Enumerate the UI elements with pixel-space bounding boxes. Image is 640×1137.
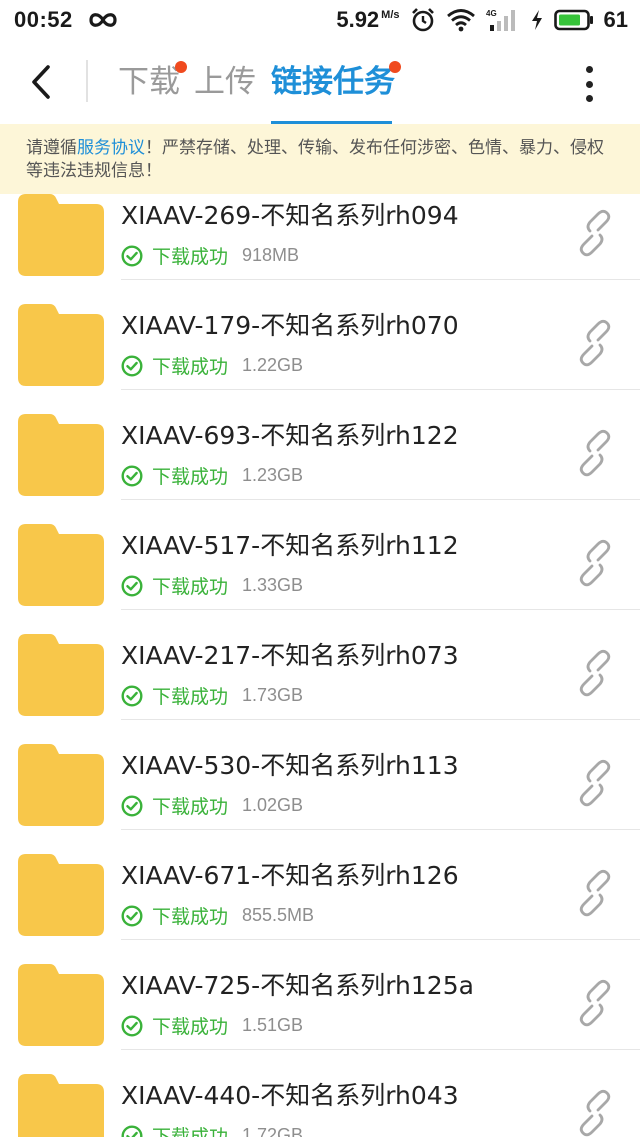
folder-icon	[18, 1074, 104, 1137]
back-arrow-icon	[32, 65, 50, 99]
network-speed: 5.92 M/s	[336, 7, 400, 32]
task-row[interactable]: XIAAV-530-不知名系列rh113 下载成功 1.02GB	[0, 720, 640, 830]
check-circle-icon	[121, 464, 143, 487]
task-row[interactable]: XIAAV-179-不知名系列rh070 下载成功 1.22GB	[0, 280, 640, 390]
task-status: 下载成功 1.51GB	[121, 1012, 303, 1039]
task-list[interactable]: XIAAV-269-不知名系列rh094 下载成功 918MB XIAAV-17…	[0, 194, 640, 1137]
task-status-text: 下载成功	[152, 906, 229, 928]
task-name: XIAAV-217-不知名系列rh073	[121, 641, 459, 670]
task-size: 1.33GB	[242, 575, 304, 595]
more-dot-icon	[585, 80, 593, 88]
task-status-text: 下载成功	[152, 686, 229, 708]
tab-link-tasks-badge	[389, 61, 401, 73]
task-row[interactable]: XIAAV-725-不知名系列rh125a 下载成功 1.51GB	[0, 940, 640, 1050]
link-icon[interactable]	[570, 868, 620, 918]
task-row[interactable]: XIAAV-217-不知名系列rh073 下载成功 1.73GB	[0, 610, 640, 720]
task-status: 下载成功 855.5MB	[121, 902, 314, 929]
battery-percent: 61	[603, 7, 628, 32]
link-icon[interactable]	[570, 1088, 620, 1137]
folder-icon	[18, 524, 104, 606]
task-name: XIAAV-693-不知名系列rh122	[121, 421, 459, 450]
service-agreement-link[interactable]: 服务协议	[77, 138, 145, 158]
task-row[interactable]: XIAAV-269-不知名系列rh094 下载成功 918MB	[0, 194, 640, 280]
task-name: XIAAV-269-不知名系列rh094	[121, 201, 459, 230]
task-status: 下载成功 1.73GB	[121, 682, 303, 709]
folder-icon	[18, 744, 104, 826]
task-status: 下载成功 918MB	[121, 242, 299, 269]
check-circle-icon	[121, 794, 143, 817]
wifi-icon	[446, 8, 476, 32]
check-circle-icon	[121, 904, 143, 927]
network-type: 4G	[486, 9, 497, 18]
folder-icon	[18, 414, 104, 496]
task-name: XIAAV-517-不知名系列rh112	[121, 531, 459, 560]
terms-notice: 请遵循服务协议！严禁存储、处理、传输、发布任何涉密、色情、暴力、侵权等违法违规信…	[0, 124, 640, 194]
signal-icon: 4G	[486, 7, 520, 33]
folder-icon	[18, 964, 104, 1046]
task-row[interactable]: XIAAV-517-不知名系列rh112 下载成功 1.33GB	[0, 500, 640, 610]
task-size: 1.02GB	[242, 795, 304, 815]
task-row[interactable]: XIAAV-671-不知名系列rh126 下载成功 855.5MB	[0, 830, 640, 940]
link-icon[interactable]	[570, 208, 620, 258]
status-bar: 00:52 5.92 M/s 4G 61	[0, 0, 640, 40]
check-circle-icon	[121, 574, 143, 597]
link-icon[interactable]	[570, 648, 620, 698]
folder-icon	[18, 634, 104, 716]
task-status: 下载成功 1.02GB	[121, 792, 303, 819]
task-size: 1.22GB	[242, 355, 304, 375]
link-icon[interactable]	[570, 758, 620, 808]
task-size: 1.72GB	[242, 1125, 304, 1137]
tab-download-badge	[175, 61, 187, 73]
more-dot-icon	[585, 66, 593, 73]
task-row[interactable]: XIAAV-440-不知名系列rh043 下载成功 1.72GB	[0, 1050, 640, 1137]
tab-download[interactable]: 下载	[118, 60, 180, 104]
task-size: 1.51GB	[242, 1015, 304, 1035]
task-status-text: 下载成功	[152, 796, 229, 818]
task-status-text: 下载成功	[152, 576, 229, 598]
check-circle-icon	[121, 1014, 143, 1037]
link-icon[interactable]	[570, 538, 620, 588]
task-row[interactable]: XIAAV-693-不知名系列rh122 下载成功 1.23GB	[0, 390, 640, 500]
tab-link-tasks[interactable]: 链接任务	[271, 60, 395, 104]
charging-icon	[530, 9, 544, 31]
link-icon[interactable]	[570, 318, 620, 368]
task-status: 下载成功 1.33GB	[121, 572, 303, 599]
check-circle-icon	[121, 244, 143, 267]
check-circle-icon	[121, 1125, 143, 1137]
task-status-text: 下载成功	[152, 246, 229, 268]
task-status-text: 下载成功	[152, 1016, 229, 1038]
check-circle-icon	[121, 684, 143, 707]
status-time: 00:52	[14, 7, 73, 32]
back-button[interactable]	[22, 62, 62, 102]
header-divider	[86, 60, 88, 102]
link-icon[interactable]	[570, 978, 620, 1028]
folder-icon	[18, 304, 104, 386]
tab-upload[interactable]: 上传	[194, 60, 256, 104]
task-name: XIAAV-530-不知名系列rh113	[121, 751, 459, 780]
task-status: 下载成功 1.23GB	[121, 462, 303, 489]
task-status-text: 下载成功	[152, 356, 229, 378]
task-status: 下载成功 1.72GB	[121, 1122, 303, 1137]
infinity-icon	[87, 10, 119, 30]
task-size: 1.73GB	[242, 685, 304, 705]
task-size: 918MB	[242, 245, 300, 265]
alarm-icon	[410, 7, 436, 33]
check-circle-icon	[121, 354, 143, 377]
task-name: XIAAV-179-不知名系列rh070	[121, 311, 459, 340]
app-header: 下载 上传 链接任务	[0, 40, 640, 125]
folder-icon	[18, 854, 104, 936]
more-menu-button[interactable]	[574, 64, 604, 104]
folder-icon	[18, 194, 104, 276]
battery-icon	[553, 9, 594, 31]
task-name: XIAAV-725-不知名系列rh125a	[121, 971, 474, 1000]
task-status-text: 下载成功	[152, 1126, 229, 1137]
task-name: XIAAV-671-不知名系列rh126	[121, 861, 459, 890]
task-status-text: 下载成功	[152, 466, 229, 488]
task-size: 855.5MB	[242, 905, 315, 925]
link-icon[interactable]	[570, 428, 620, 478]
task-size: 1.23GB	[242, 465, 304, 485]
task-status: 下载成功 1.22GB	[121, 352, 303, 379]
task-name: XIAAV-440-不知名系列rh043	[121, 1081, 459, 1110]
more-dot-icon	[585, 95, 593, 102]
